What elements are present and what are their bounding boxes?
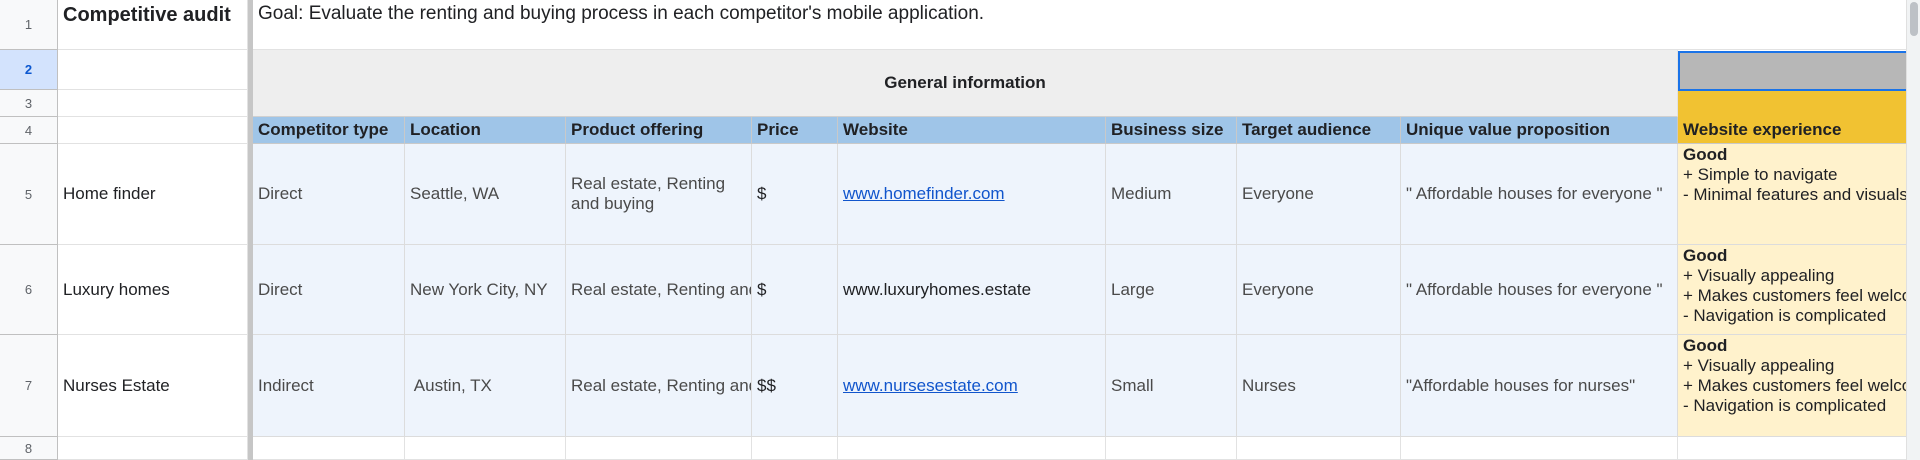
column-header-location[interactable]: Location bbox=[405, 117, 566, 144]
empty-cell[interactable] bbox=[253, 437, 405, 460]
empty-cell[interactable] bbox=[1106, 437, 1237, 460]
vertical-scrollbar-thumb[interactable] bbox=[1910, 2, 1918, 36]
business-size-cell[interactable]: Large bbox=[1106, 245, 1237, 335]
location-cell[interactable]: Seattle, WA bbox=[405, 144, 566, 245]
competitor-name-cell[interactable]: Home finder bbox=[58, 144, 248, 245]
price-cell[interactable]: $ bbox=[752, 245, 838, 335]
empty-cell[interactable] bbox=[1237, 437, 1401, 460]
column-header-website[interactable]: Website bbox=[838, 117, 1106, 144]
location-cell[interactable]: New York City, NY bbox=[405, 245, 566, 335]
website-cell[interactable]: www.homefinder.com bbox=[838, 144, 1106, 245]
competitor-name-cell[interactable]: Nurses Estate bbox=[58, 335, 248, 437]
target-audience-cell[interactable]: Everyone bbox=[1237, 245, 1401, 335]
cell-a8[interactable] bbox=[58, 437, 248, 460]
cell-a2[interactable] bbox=[58, 50, 248, 90]
website-experience-cell[interactable]: Good + Visually appealing + Makes custom… bbox=[1678, 335, 1920, 437]
competitor-name-cell[interactable]: Luxury homes bbox=[58, 245, 248, 335]
row-header-2[interactable]: 2 bbox=[0, 50, 58, 90]
unique-value-proposition-cell[interactable]: "Affordable houses for nurses" bbox=[1401, 335, 1678, 437]
business-size-cell[interactable]: Small bbox=[1106, 335, 1237, 437]
experience-note: + Makes customers feel welcome bbox=[1683, 376, 1920, 395]
competitor-type-cell[interactable]: Direct bbox=[253, 144, 405, 245]
column-header-business-size[interactable]: Business size bbox=[1106, 117, 1237, 144]
experience-rating: Good bbox=[1683, 246, 1728, 265]
row-header-5[interactable]: 5 bbox=[0, 144, 58, 245]
sheet-title-cell[interactable]: Competitive audit bbox=[58, 0, 248, 50]
goal-cell[interactable]: Goal: Evaluate the renting and buying pr… bbox=[253, 0, 1920, 50]
column-header-competitor-type[interactable]: Competitor type bbox=[253, 117, 405, 144]
section-header-general-information[interactable]: General information bbox=[253, 50, 1678, 117]
column-header-product-offering[interactable]: Product offering bbox=[566, 117, 752, 144]
website-link[interactable]: www.nursesestate.com bbox=[843, 376, 1018, 396]
column-header-price[interactable]: Price bbox=[752, 117, 838, 144]
website-link[interactable]: www.homefinder.com bbox=[843, 184, 1005, 204]
cell-a3[interactable] bbox=[58, 90, 248, 117]
experience-note: - Navigation is complicated bbox=[1683, 396, 1887, 415]
empty-cell[interactable] bbox=[405, 437, 566, 460]
cell-a4[interactable] bbox=[58, 117, 248, 144]
column-header-target-audience[interactable]: Target audience bbox=[1237, 117, 1401, 144]
website-experience-cell[interactable]: Good + Simple to navigate - Minimal feat… bbox=[1678, 144, 1920, 245]
experience-note: + Simple to navigate bbox=[1683, 165, 1838, 184]
business-size-cell[interactable]: Medium bbox=[1106, 144, 1237, 245]
price-cell[interactable]: $ bbox=[752, 144, 838, 245]
competitor-type-cell[interactable]: Indirect bbox=[253, 335, 405, 437]
target-audience-cell[interactable]: Nurses bbox=[1237, 335, 1401, 437]
unique-value-proposition-cell[interactable]: " Affordable houses for everyone " bbox=[1401, 245, 1678, 335]
row-header-4[interactable]: 4 bbox=[0, 117, 58, 144]
experience-note: + Makes customers feel welcome bbox=[1683, 286, 1920, 305]
empty-cell[interactable] bbox=[838, 437, 1106, 460]
empty-cell[interactable] bbox=[752, 437, 838, 460]
location-cell[interactable]: Austin, TX bbox=[405, 335, 566, 437]
product-offering-cell[interactable]: Real estate, Renting and buying bbox=[566, 335, 752, 437]
website-cell[interactable]: www.nursesestate.com bbox=[838, 335, 1106, 437]
experience-rating: Good bbox=[1683, 336, 1728, 355]
row-header-7[interactable]: 7 bbox=[0, 335, 58, 437]
experience-note: - Minimal features and visuals bbox=[1683, 185, 1908, 204]
product-offering-cell[interactable]: Real estate, Renting and buying bbox=[566, 245, 752, 335]
empty-cell[interactable] bbox=[1401, 437, 1678, 460]
target-audience-cell[interactable]: Everyone bbox=[1237, 144, 1401, 245]
website-cell[interactable]: www.luxuryhomes.estate bbox=[838, 245, 1106, 335]
section-header-website[interactable] bbox=[1678, 91, 1920, 117]
price-cell[interactable]: $$ bbox=[752, 335, 838, 437]
row-header-6[interactable]: 6 bbox=[0, 245, 58, 335]
unique-value-proposition-cell[interactable]: " Affordable houses for everyone " bbox=[1401, 144, 1678, 245]
column-header-unique-value-proposition[interactable]: Unique value proposition bbox=[1401, 117, 1678, 144]
experience-note: + Visually appealing bbox=[1683, 266, 1835, 285]
experience-rating: Good bbox=[1683, 145, 1728, 164]
row-header-1[interactable]: 1 bbox=[0, 0, 58, 50]
experience-note: - Navigation is complicated bbox=[1683, 306, 1887, 325]
row-header-8[interactable]: 8 bbox=[0, 437, 58, 460]
competitor-type-cell[interactable]: Direct bbox=[253, 245, 405, 335]
selected-cell[interactable] bbox=[1678, 51, 1920, 91]
empty-cell[interactable] bbox=[1678, 437, 1920, 460]
product-offering-cell[interactable]: Real estate, Renting and buying bbox=[566, 144, 752, 245]
experience-note: + Visually appealing bbox=[1683, 356, 1835, 375]
row-header-column: 1 2 3 4 5 6 7 8 bbox=[0, 0, 58, 460]
empty-cell[interactable] bbox=[566, 437, 752, 460]
row-header-3[interactable]: 3 bbox=[0, 90, 58, 117]
vertical-scrollbar-track[interactable] bbox=[1906, 0, 1920, 460]
column-header-website-experience[interactable]: Website experience bbox=[1678, 117, 1920, 144]
website-experience-cell[interactable]: Good + Visually appealing + Makes custom… bbox=[1678, 245, 1920, 335]
